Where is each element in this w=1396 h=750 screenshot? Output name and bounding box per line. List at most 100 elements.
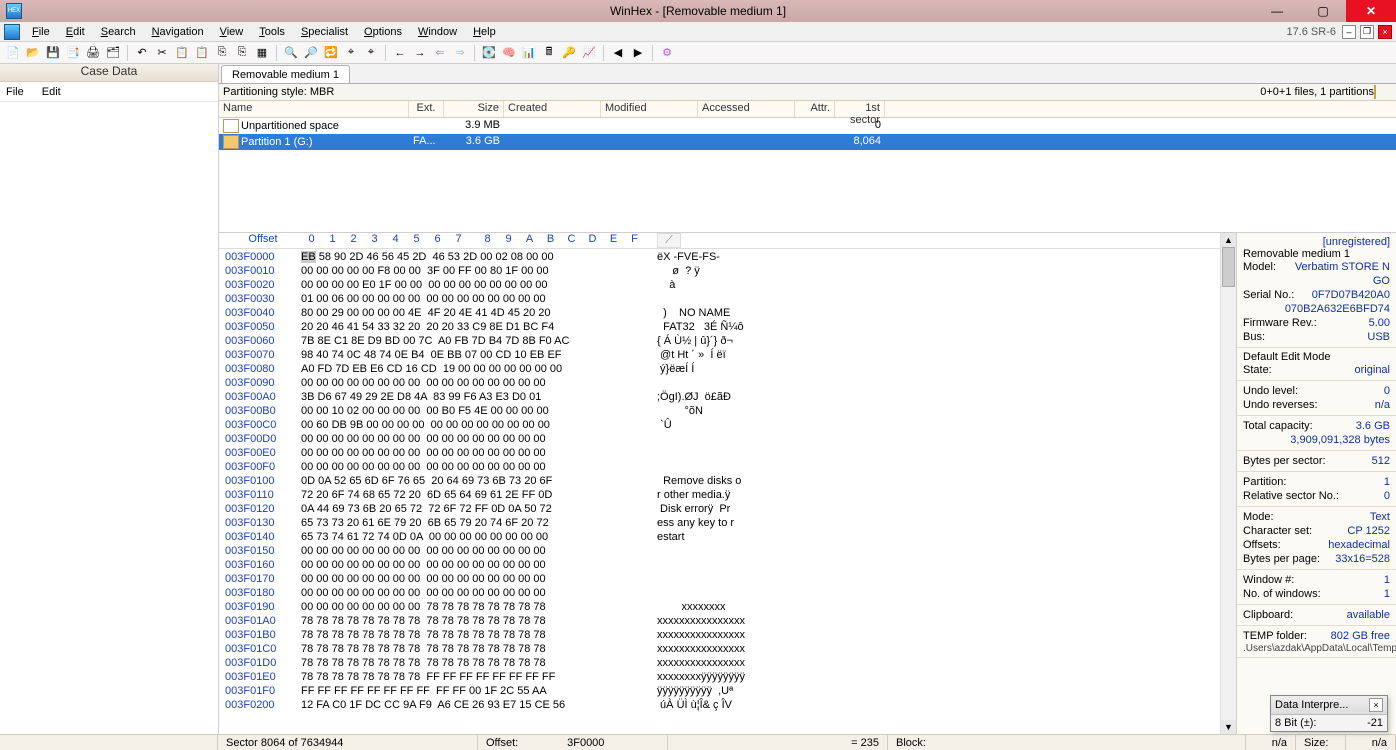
menu-options[interactable]: Options	[356, 24, 410, 40]
options-button[interactable]: ⚙	[658, 44, 676, 62]
save-button[interactable]: 💾	[44, 44, 62, 62]
menu-help[interactable]: Help	[465, 24, 504, 40]
interp-close-button[interactable]: ×	[1369, 698, 1383, 712]
nav-back-button[interactable]: ←	[391, 44, 409, 62]
col-modified[interactable]: Modified	[601, 101, 698, 117]
mdi-minimize-button[interactable]: –	[1342, 25, 1356, 39]
hex-row[interactable]: 003F009000 00 00 00 00 00 00 00 00 00 00…	[225, 376, 1214, 390]
hex-row[interactable]: 003F00B000 00 10 02 00 00 00 00 00 B0 F5…	[225, 404, 1214, 418]
scroll-thumb[interactable]	[1222, 247, 1235, 287]
hex-row[interactable]: 003F01C078 78 78 78 78 78 78 78 78 78 78…	[225, 642, 1214, 656]
print-button[interactable]: 🖨	[84, 44, 102, 62]
data-interpreter-window[interactable]: Data Interpre...× 8 Bit (±):-21	[1270, 695, 1388, 732]
menu-tools[interactable]: Tools	[251, 24, 293, 40]
menu-navigation[interactable]: Navigation	[144, 24, 212, 40]
hex-row[interactable]: 003F00D000 00 00 00 00 00 00 00 00 00 00…	[225, 432, 1214, 446]
calc-button[interactable]: 🖩	[540, 44, 558, 62]
goto2-button[interactable]: ⌖	[362, 44, 380, 62]
col-size[interactable]: Size	[444, 101, 504, 117]
hex-row[interactable]: 003F019000 00 00 00 00 00 00 00 78 78 78…	[225, 600, 1214, 614]
hex-row[interactable]: 003F00A03B D6 67 49 29 2E D8 4A 83 99 F6…	[225, 390, 1214, 404]
hex-row[interactable]: 003F00C000 60 DB 9B 00 00 00 00 00 00 00…	[225, 418, 1214, 432]
hex-row[interactable]: 003F020012 FA C0 1F DC CC 9A F9 A6 CE 26…	[225, 698, 1214, 712]
nav-forward-button[interactable]: →	[411, 44, 429, 62]
tpl-button[interactable]: 📊	[520, 44, 538, 62]
nav-prev-button[interactable]: ⇐	[431, 44, 449, 62]
mdi-restore-button[interactable]: ❐	[1360, 25, 1374, 39]
find-text-button[interactable]: 🔍	[282, 44, 300, 62]
analyze-button[interactable]: 📈	[580, 44, 598, 62]
copy-button[interactable]: 📋	[173, 44, 191, 62]
hex-row[interactable]: 003F015000 00 00 00 00 00 00 00 00 00 00…	[225, 544, 1214, 558]
col-accessed[interactable]: Accessed	[698, 101, 795, 117]
hex-row[interactable]: 003F016000 00 00 00 00 00 00 00 00 00 00…	[225, 558, 1214, 572]
hex-row[interactable]: 003F004080 00 29 00 00 00 00 4E 4F 20 4E…	[225, 306, 1214, 320]
hex-row[interactable]: 003F01200A 44 69 73 6B 20 65 72 72 6F 72…	[225, 502, 1214, 516]
hex-row[interactable]: 003F005020 20 46 41 54 33 32 20 20 20 33…	[225, 320, 1214, 334]
hex-row[interactable]: 003F011072 20 6F 74 68 65 72 20 6D 65 64…	[225, 488, 1214, 502]
col-first-sector[interactable]: 1st sector	[835, 101, 885, 117]
hex-row[interactable]: 003F003001 00 06 00 00 00 00 00 00 00 00…	[225, 292, 1214, 306]
find-hex-button[interactable]: 🔎	[302, 44, 320, 62]
col-created[interactable]: Created	[504, 101, 601, 117]
cut-button[interactable]: ✂	[153, 44, 171, 62]
new-button[interactable]: 📄	[4, 44, 22, 62]
hex-row[interactable]: 003F013065 73 73 20 61 6E 79 20 6B 65 79…	[225, 516, 1214, 530]
disk-open-button[interactable]: 💽	[480, 44, 498, 62]
maximize-button[interactable]: ▢	[1300, 0, 1346, 22]
hex-row[interactable]: 003F00607B 8E C1 8E D9 BD 00 7C A0 FB 7D…	[225, 334, 1214, 348]
case-file-menu[interactable]: File	[6, 86, 24, 98]
minimize-button[interactable]: —	[1254, 0, 1300, 22]
hex-row[interactable]: 003F002000 00 00 00 E0 1F 00 00 00 00 00…	[225, 278, 1214, 292]
saveas-button[interactable]: 📑	[64, 44, 82, 62]
hex-slider-icon[interactable]: ⟋	[657, 233, 681, 248]
replace-button[interactable]: 🔁	[322, 44, 340, 62]
hex-row[interactable]: 003F018000 00 00 00 00 00 00 00 00 00 00…	[225, 586, 1214, 600]
hex-row[interactable]: 003F01F0FF FF FF FF FF FF FF FF FF FF 00…	[225, 684, 1214, 698]
tab-medium[interactable]: Removable medium 1	[221, 65, 350, 83]
hex-row[interactable]: 003F01D078 78 78 78 78 78 78 78 78 78 78…	[225, 656, 1214, 670]
menu-search[interactable]: Search	[93, 24, 144, 40]
hex-row[interactable]: 003F00E000 00 00 00 00 00 00 00 00 00 00…	[225, 446, 1214, 460]
paste-button[interactable]: 📋	[193, 44, 211, 62]
pos2-button[interactable]: ▶	[629, 44, 647, 62]
props-button[interactable]: 🗂	[104, 44, 122, 62]
hex-view[interactable]: Offset 0123456789ABCDEF ⟋ 003F0000EB 58 …	[219, 233, 1220, 734]
hex-row[interactable]: 003F01000D 0A 52 65 6D 6F 76 65 20 64 69…	[225, 474, 1214, 488]
hex-row[interactable]: 003F007098 40 74 0C 48 74 0E B4 0E BB 07…	[225, 348, 1214, 362]
open-button[interactable]: 📂	[24, 44, 42, 62]
nav-next-button[interactable]: ⇒	[451, 44, 469, 62]
file-list-header[interactable]: Name Ext. Size Created Modified Accessed…	[219, 101, 1396, 118]
col-attr[interactable]: Attr.	[795, 101, 835, 117]
scroll-down-button[interactable]: ▼	[1221, 720, 1236, 734]
ram-button[interactable]: 🧠	[500, 44, 518, 62]
hex-row[interactable]: 003F00F000 00 00 00 00 00 00 00 00 00 00…	[225, 460, 1214, 474]
hex-row[interactable]: 003F01A078 78 78 78 78 78 78 78 78 78 78…	[225, 614, 1214, 628]
hex-scrollbar[interactable]: ▲ ▼	[1220, 233, 1236, 734]
case-edit-menu[interactable]: Edit	[42, 86, 61, 98]
hash-button[interactable]: 🔑	[560, 44, 578, 62]
hex-row[interactable]: 003F0080A0 FD 7D EB E6 CD 16 CD 19 00 00…	[225, 362, 1214, 376]
menu-specialist[interactable]: Specialist	[293, 24, 356, 40]
goto-button[interactable]: ⌖	[342, 44, 360, 62]
scroll-up-button[interactable]: ▲	[1221, 233, 1236, 247]
unregistered-link[interactable]: [unregistered]	[1243, 236, 1390, 248]
hex-row[interactable]: 003F01E078 78 78 78 78 78 78 78 FF FF FF…	[225, 670, 1214, 684]
col-ext[interactable]: Ext.	[409, 101, 444, 117]
folder-icon[interactable]	[1374, 85, 1376, 99]
block-button[interactable]: ▦	[253, 44, 271, 62]
list-item[interactable]: Partition 1 (G:)FA...3.6 GB8,064	[219, 134, 1396, 150]
pos1-button[interactable]: ◀	[609, 44, 627, 62]
pastehex-button[interactable]: ⎘	[233, 44, 251, 62]
list-item[interactable]: Unpartitioned space3.9 MB0	[219, 118, 1396, 134]
close-button[interactable]: ✕	[1346, 0, 1396, 22]
hex-row[interactable]: 003F017000 00 00 00 00 00 00 00 00 00 00…	[225, 572, 1214, 586]
menu-edit[interactable]: Edit	[58, 24, 93, 40]
hex-row[interactable]: 003F0000EB 58 90 2D 46 56 45 2D 46 53 2D…	[225, 250, 1214, 264]
menu-window[interactable]: Window	[410, 24, 465, 40]
hex-row[interactable]: 003F001000 00 00 00 00 F8 00 00 3F 00 FF…	[225, 264, 1214, 278]
menu-view[interactable]: View	[212, 24, 252, 40]
hex-row[interactable]: 003F01B078 78 78 78 78 78 78 78 78 78 78…	[225, 628, 1214, 642]
mdi-close-button[interactable]: ×	[1378, 25, 1392, 39]
menu-file[interactable]: File	[24, 24, 58, 40]
